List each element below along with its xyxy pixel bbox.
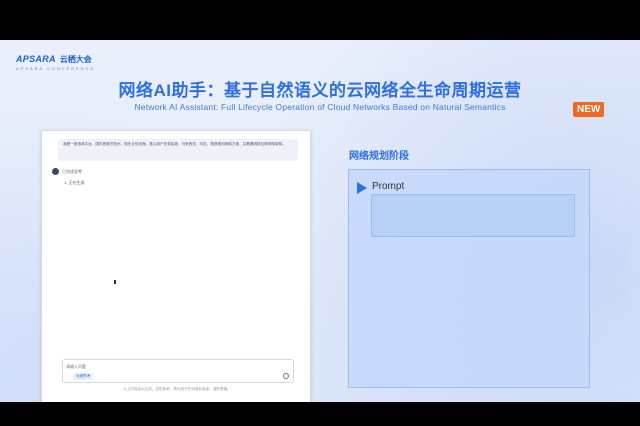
prompt-box [371, 194, 575, 237]
deep-think-toggle[interactable]: 深度思考 [73, 373, 94, 380]
prompt-panel: Prompt [348, 169, 590, 388]
mouse-cursor-icon [114, 280, 116, 284]
page-subtitle: Network AI Assistant: Full Lifecycle Ope… [134, 102, 506, 112]
send-icon[interactable] [283, 373, 289, 379]
disclaimer: 以上内容由AI生成，仅供参考，请勿用于任何商业用途，谨防受骗。 [123, 387, 231, 391]
logo-cn: 云栖大会 [59, 55, 92, 64]
new-badge: NEW [573, 102, 605, 117]
conference-logo: APSARA 云栖大会 APSARA CONFERENCE [16, 54, 95, 71]
phase-title: 网络规划阶段 [349, 151, 409, 162]
logo-sub: APSARA CONFERENCE [16, 66, 96, 71]
chat-input-area[interactable]: 深度思考 [62, 359, 294, 383]
play-triangle-icon [357, 182, 367, 194]
ai-step: 1. 正在生成 [64, 180, 85, 185]
prompt-label: Prompt [372, 181, 405, 192]
chat-input[interactable] [66, 362, 246, 370]
logo-brand: APSARA [16, 54, 56, 64]
ai-status[interactable]: 已完成思考 [62, 169, 82, 175]
letterbox-top [0, 0, 640, 40]
assistant-avatar-icon [52, 168, 59, 175]
ai-status-row: 已完成思考 [52, 168, 82, 175]
letterbox-bottom [0, 402, 640, 426]
slide-stage: APSARA 云栖大会 APSARA CONFERENCE 网络AI助手：基于自… [0, 40, 640, 402]
user-message: 我是一家电商平台，国内首家在杭州、现在计划出海，核心用户在新加坡、马来西亚、印尼… [58, 139, 298, 161]
page-title: 网络AI助手：基于自然语义的云网络全生命周期运营 [118, 81, 522, 100]
chat-window: 我是一家电商平台，国内首家在杭州、现在计划出海，核心用户在新加坡、马来西亚、印尼… [41, 130, 311, 402]
